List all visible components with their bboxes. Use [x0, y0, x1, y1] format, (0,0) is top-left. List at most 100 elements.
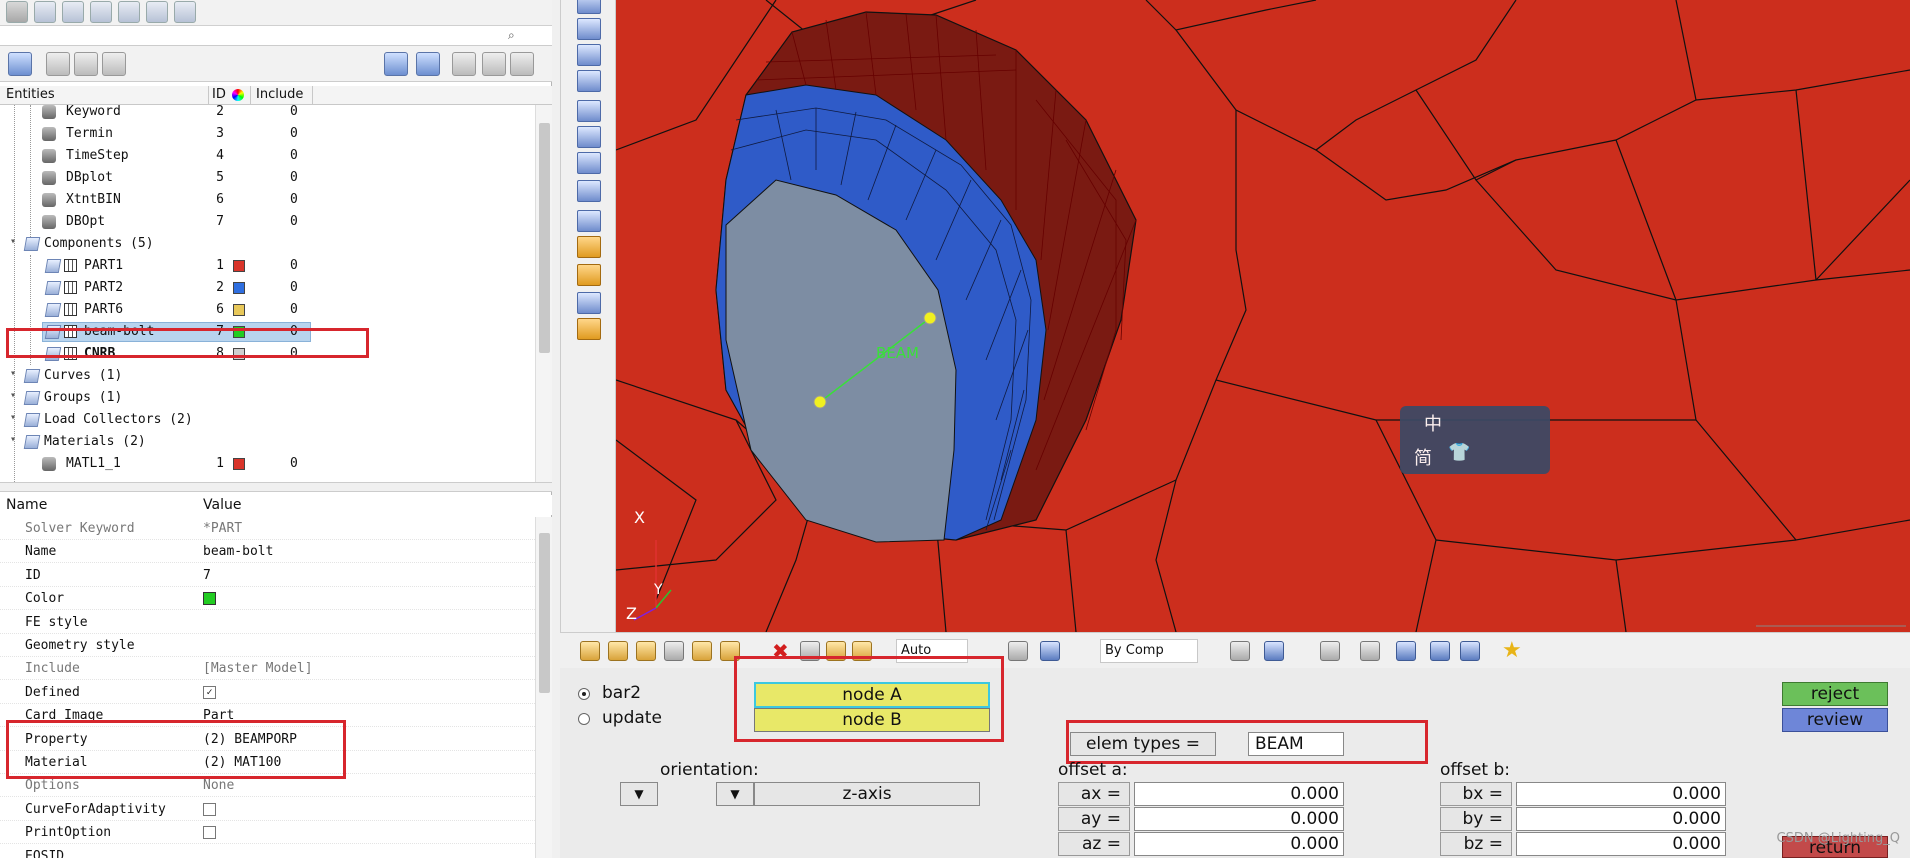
ime-floating-widget[interactable]: 中 简 👕: [1400, 406, 1550, 474]
vtool-icon-2[interactable]: [577, 18, 601, 40]
tree-scrollbar[interactable]: [535, 105, 552, 482]
shaded-icon[interactable]: [1264, 641, 1284, 661]
expand-arrow-icon[interactable]: ▾: [10, 412, 16, 423]
expand-icon[interactable]: [482, 52, 506, 76]
property-row[interactable]: Name beam-bolt: [0, 540, 535, 564]
tree-row[interactable]: ▾ Materials (2): [0, 431, 535, 453]
graphics-viewport[interactable]: BEAM X Y Z: [616, 0, 1910, 632]
tree-row[interactable]: XtntBIN 6 0: [0, 189, 535, 211]
tree-row[interactable]: DBOpt 7 0: [0, 211, 535, 233]
reject-button[interactable]: reject: [1782, 682, 1888, 706]
abc-label-icon[interactable]: [577, 236, 601, 258]
transform-icon[interactable]: [577, 292, 601, 314]
import-icon[interactable]: [636, 641, 656, 661]
property-value[interactable]: [Master Model]: [203, 661, 313, 676]
az-label[interactable]: az =: [1058, 832, 1130, 856]
cursor-icon[interactable]: [452, 52, 476, 76]
tree-row[interactable]: TimeStep 4 0: [0, 145, 535, 167]
tree-row[interactable]: ▾ Curves (1): [0, 365, 535, 387]
eye-icon[interactable]: [510, 52, 534, 76]
set-tab-icon[interactable]: [174, 1, 196, 23]
bz-field[interactable]: 0.000: [1516, 832, 1726, 856]
solver-tab-icon[interactable]: [90, 1, 112, 23]
color-swatch[interactable]: [233, 458, 245, 470]
tree-row[interactable]: Keyword 2 0: [0, 105, 535, 123]
tree-row[interactable]: PART6 6 0: [0, 299, 535, 321]
review-button[interactable]: review: [1782, 708, 1888, 732]
include-tab-icon[interactable]: [118, 1, 140, 23]
property-value[interactable]: beam-bolt: [203, 544, 273, 559]
mask-tab-icon[interactable]: [62, 1, 84, 23]
property-row[interactable]: Defined ✓: [0, 681, 535, 704]
show-icon[interactable]: [46, 52, 70, 76]
surface-icon[interactable]: [1396, 641, 1416, 661]
id-header[interactable]: ID: [212, 87, 226, 102]
tree-row[interactable]: PART2 2 0: [0, 277, 535, 299]
property-value[interactable]: 7: [203, 568, 211, 583]
component-tab-icon[interactable]: [146, 1, 168, 23]
model-tab-icon[interactable]: [6, 1, 28, 23]
display-icon[interactable]: [1460, 641, 1480, 661]
ay-label[interactable]: ay =: [1058, 807, 1130, 831]
bar2-radio[interactable]: [578, 688, 590, 700]
update-radio[interactable]: [578, 713, 590, 725]
isolate-icon[interactable]: [102, 52, 126, 76]
bx-field[interactable]: 0.000: [1516, 782, 1726, 806]
save-icon[interactable]: [692, 641, 712, 661]
tree-row[interactable]: Termin 3 0: [0, 123, 535, 145]
panel-splitter[interactable]: [0, 482, 552, 492]
property-row[interactable]: Include [Master Model]: [0, 657, 535, 681]
shape-icon[interactable]: [1008, 641, 1028, 661]
ay-field[interactable]: 0.000: [1134, 807, 1344, 831]
property-checkbox[interactable]: [203, 802, 216, 816]
property-row[interactable]: Geometry style: [0, 634, 535, 657]
property-checkbox[interactable]: [203, 826, 216, 840]
cube-icon[interactable]: [1040, 641, 1060, 661]
entities-header[interactable]: Entities: [6, 87, 55, 102]
wireframe-icon[interactable]: [1230, 641, 1250, 661]
color-swatch[interactable]: [203, 592, 216, 606]
binoculars-icon[interactable]: [577, 152, 601, 174]
tree-row[interactable]: MATL1_1 1 0: [0, 453, 535, 475]
vtool-icon-6[interactable]: [577, 126, 601, 148]
abc-clear-icon[interactable]: [577, 264, 601, 286]
ime-char-1[interactable]: 中: [1424, 410, 1442, 436]
export-icon[interactable]: [664, 641, 684, 661]
bx-label[interactable]: bx =: [1440, 782, 1512, 806]
plane-icon[interactable]: [1360, 641, 1380, 661]
numbers-icon[interactable]: [577, 180, 601, 202]
bar2-label[interactable]: bar2: [602, 683, 641, 703]
ax-label[interactable]: ax =: [1058, 782, 1130, 806]
favorite-star-icon[interactable]: ★: [1502, 640, 1522, 662]
property-row[interactable]: PrintOption: [0, 821, 535, 845]
tree-row[interactable]: DBplot 5 0: [0, 167, 535, 189]
tree-row[interactable]: PART1 1 0: [0, 255, 535, 277]
filter-bar[interactable]: ⌕: [0, 26, 552, 46]
az-field[interactable]: 0.000: [1134, 832, 1344, 856]
line-icon[interactable]: [1320, 641, 1340, 661]
shirt-icon[interactable]: 👕: [1448, 442, 1470, 463]
expand-arrow-icon[interactable]: ▾: [10, 434, 16, 445]
layers-icon[interactable]: [1430, 641, 1450, 661]
color-swatch[interactable]: [233, 304, 245, 316]
include-header[interactable]: Include: [256, 87, 303, 102]
property-row[interactable]: CurveForAdaptivity: [0, 798, 535, 821]
search-icon[interactable]: ⌕: [508, 28, 524, 44]
orientation-dropdown[interactable]: ▼: [620, 782, 658, 806]
by-field[interactable]: 0.000: [1516, 807, 1726, 831]
property-row[interactable]: ID 7: [0, 564, 535, 587]
property-row[interactable]: Solver Keyword *PART: [0, 517, 535, 540]
update-label[interactable]: update: [602, 708, 662, 728]
expand-arrow-icon[interactable]: ▾: [10, 368, 16, 379]
view-mode-icon[interactable]: [416, 52, 440, 76]
bz-label[interactable]: bz =: [1440, 832, 1512, 856]
by-label[interactable]: by =: [1440, 807, 1512, 831]
vtool-icon-3[interactable]: [577, 44, 601, 66]
vtool-icon-1[interactable]: [577, 0, 601, 14]
axis-dropdown[interactable]: ▼: [716, 782, 754, 806]
tree-row[interactable]: ▾ Groups (1): [0, 387, 535, 409]
z-axis-button[interactable]: z-axis: [754, 782, 980, 806]
vtool-icon-5[interactable]: [577, 100, 601, 122]
folder-icon[interactable]: [608, 641, 628, 661]
ime-char-2[interactable]: 简: [1414, 444, 1432, 470]
